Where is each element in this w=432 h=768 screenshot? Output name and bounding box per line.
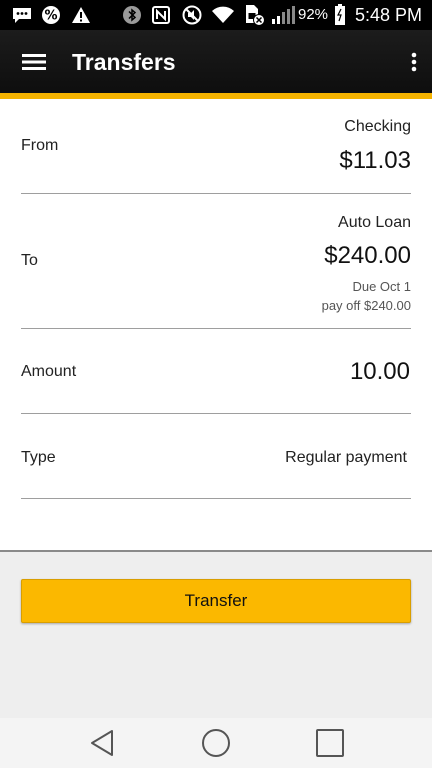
recents-icon bbox=[316, 729, 344, 757]
to-account-balance: $240.00 bbox=[324, 242, 411, 269]
bluetooth-icon bbox=[122, 5, 142, 25]
svg-text:%: % bbox=[44, 9, 57, 24]
amount-row[interactable]: Amount 10.00 bbox=[21, 329, 411, 414]
mute-icon bbox=[181, 5, 203, 25]
navigation-bar bbox=[0, 718, 432, 768]
signal-icon bbox=[270, 5, 296, 25]
more-vertical-icon bbox=[411, 52, 417, 72]
percent-icon: % bbox=[40, 5, 62, 25]
transfer-button[interactable]: Transfer bbox=[21, 579, 411, 623]
overflow-menu-button[interactable] bbox=[404, 46, 424, 78]
payoff-amount: pay off $240.00 bbox=[321, 298, 411, 313]
to-account-row[interactable]: To Auto Loan $240.00 Due Oct 1 pay off $… bbox=[21, 194, 411, 329]
from-account-balance: $11.03 bbox=[339, 147, 411, 174]
due-date: Due Oct 1 bbox=[352, 279, 411, 294]
battery-percentage: 92% bbox=[298, 6, 329, 23]
payment-type-value[interactable]: Regular payment bbox=[285, 449, 407, 467]
from-label: From bbox=[21, 137, 59, 154]
hamburger-menu-icon bbox=[22, 54, 46, 70]
menu-button[interactable] bbox=[14, 46, 54, 78]
amount-input[interactable]: 10.00 bbox=[350, 358, 410, 386]
recents-button[interactable] bbox=[314, 727, 346, 759]
to-label: To bbox=[21, 252, 38, 269]
wifi-icon bbox=[210, 5, 236, 25]
warning-icon bbox=[70, 5, 92, 25]
transfer-form: From Checking $11.03 To Auto Loan $240.0… bbox=[0, 99, 432, 550]
to-account-name: Auto Loan bbox=[338, 214, 411, 231]
battery-icon bbox=[333, 4, 347, 25]
type-label: Type bbox=[21, 449, 56, 466]
page-title: Transfers bbox=[72, 49, 176, 75]
app-bar: Transfers bbox=[0, 30, 432, 93]
amount-label: Amount bbox=[21, 363, 77, 380]
form-divider bbox=[0, 550, 432, 552]
status-bar: % 92% 5:48 PM bbox=[0, 0, 432, 30]
from-account-row[interactable]: From Checking $11.03 bbox=[21, 99, 411, 194]
sim-error-icon bbox=[242, 5, 266, 26]
clock: 5:48 PM bbox=[354, 5, 422, 25]
back-button[interactable] bbox=[86, 727, 118, 759]
type-row[interactable]: Type Regular payment bbox=[21, 414, 411, 499]
home-button[interactable] bbox=[200, 727, 232, 759]
home-icon bbox=[202, 729, 230, 757]
chat-bubble-icon bbox=[10, 5, 34, 25]
back-icon bbox=[91, 730, 113, 756]
nfc-icon bbox=[151, 5, 171, 25]
from-account-name: Checking bbox=[344, 118, 411, 135]
